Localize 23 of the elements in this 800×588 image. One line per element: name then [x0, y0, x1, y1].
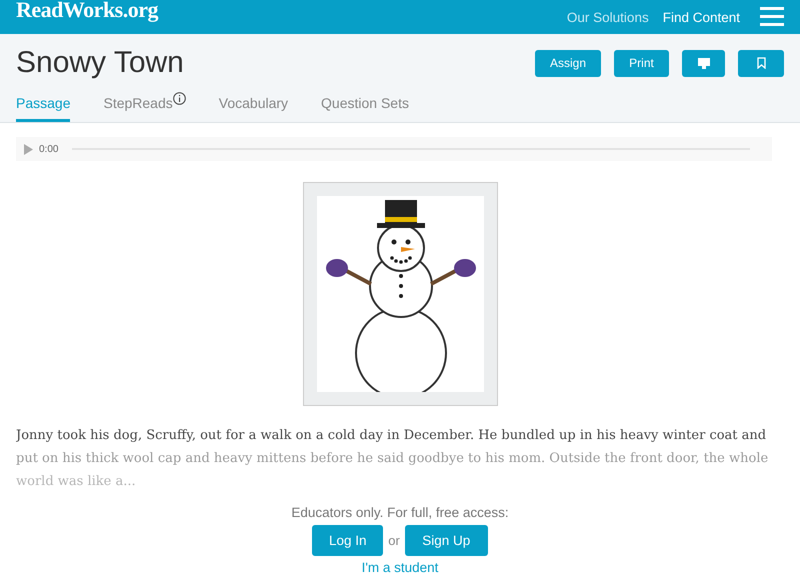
menu-icon[interactable] [760, 6, 784, 28]
student-link[interactable]: I'm a student [362, 560, 438, 575]
nav-link[interactable]: Find Content [662, 10, 740, 24]
access-prompt: Educators only. For full, free access: [291, 505, 509, 520]
tab[interactable]: Vocabulary [218, 95, 288, 122]
monitor-button[interactable] [682, 50, 725, 76]
bookmark-icon [756, 57, 766, 69]
site-logo[interactable]: ReadWorks.org [16, 0, 158, 23]
tab[interactable]: Question Sets [321, 95, 409, 122]
signup-button[interactable]: Sign Up [404, 525, 488, 556]
login-button[interactable]: Log In [312, 525, 384, 556]
action-button[interactable]: Print [614, 50, 669, 76]
nav-link[interactable]: Our Solutions [566, 10, 649, 24]
tab[interactable]: StepReads [103, 92, 186, 122]
or-text: or [388, 533, 400, 548]
audio-time: 0:00 [39, 144, 58, 154]
info-icon[interactable] [172, 92, 186, 105]
passage-title: Snowy Town [16, 46, 185, 80]
tab[interactable]: Passage [16, 95, 70, 122]
bookmark-button[interactable] [738, 50, 784, 76]
action-button[interactable]: Assign [535, 50, 601, 76]
play-icon[interactable] [24, 144, 33, 154]
monitor-icon [698, 58, 710, 68]
